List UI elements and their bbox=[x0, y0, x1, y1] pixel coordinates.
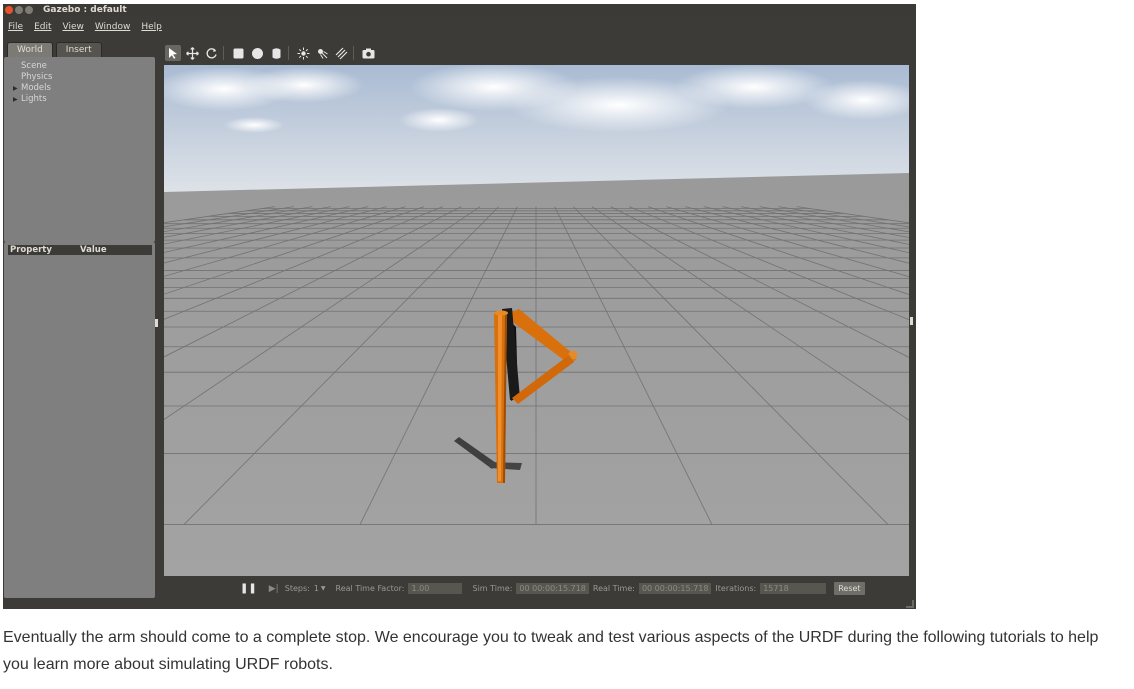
left-panel: World Insert Scene Physics ▶ Models ▶ Li… bbox=[3, 38, 159, 609]
rtf-field: 1.00 bbox=[408, 583, 463, 594]
toolbar-separator bbox=[353, 46, 354, 60]
property-panel: Property Value bbox=[4, 242, 155, 598]
sim-time-label: Sim Time: bbox=[472, 584, 513, 593]
panel-splitter-handle[interactable] bbox=[155, 319, 158, 327]
resize-grip-icon[interactable] bbox=[906, 600, 914, 608]
iterations-field: 15718 bbox=[760, 583, 827, 594]
playback-bar: ❚❚ ▶| Steps: 1 ▼ Real Time Factor: 1.00 … bbox=[162, 579, 912, 598]
link-top-cap bbox=[494, 310, 508, 316]
expand-arrow-icon[interactable]: ▶ bbox=[13, 96, 18, 103]
tree-item-models[interactable]: Models bbox=[21, 83, 51, 93]
menu-edit[interactable]: Edit bbox=[34, 22, 51, 32]
menu-help[interactable]: Help bbox=[141, 22, 162, 32]
gazebo-window: Gazebo : default File Edit View Window H… bbox=[3, 4, 916, 609]
window-title: Gazebo : default bbox=[43, 5, 127, 15]
minimize-window-icon[interactable] bbox=[15, 6, 23, 14]
rtf-label: Real Time Factor: bbox=[335, 584, 405, 593]
maximize-window-icon[interactable] bbox=[25, 6, 33, 14]
toolbar-separator bbox=[223, 46, 224, 60]
directional-light-icon[interactable] bbox=[333, 45, 349, 61]
iterations-label: Iterations: bbox=[715, 584, 757, 593]
tab-insert[interactable]: Insert bbox=[55, 42, 102, 57]
reset-button[interactable]: Reset bbox=[834, 582, 865, 595]
sphere-icon[interactable] bbox=[249, 45, 265, 61]
tree-item-scene[interactable]: Scene bbox=[21, 61, 47, 71]
real-time-field: 00 00:00:15.718 bbox=[638, 583, 712, 594]
menu-window[interactable]: Window bbox=[95, 22, 131, 32]
menu-bar: File Edit View Window Help bbox=[3, 16, 916, 38]
menu-view[interactable]: View bbox=[63, 22, 84, 32]
steps-dropdown-icon[interactable]: ▼ bbox=[321, 585, 326, 592]
property-column-header[interactable]: Property bbox=[10, 245, 52, 255]
sim-time-field: 00 00:00:15.718 bbox=[516, 583, 589, 594]
tree-item-physics[interactable]: Physics bbox=[21, 72, 52, 82]
steps-label: Steps: bbox=[284, 584, 310, 593]
property-header: Property Value bbox=[8, 245, 152, 255]
toolbar-separator bbox=[288, 46, 289, 60]
pause-icon[interactable]: ❚❚ bbox=[240, 583, 257, 594]
box-icon[interactable] bbox=[230, 45, 246, 61]
close-window-icon[interactable] bbox=[5, 6, 13, 14]
real-time-label: Real Time: bbox=[592, 584, 635, 593]
toolbar bbox=[162, 41, 912, 65]
cylinder-icon[interactable] bbox=[268, 45, 284, 61]
menu-file[interactable]: File bbox=[8, 22, 23, 32]
scene-render[interactable] bbox=[164, 65, 909, 576]
value-column-header[interactable]: Value bbox=[80, 245, 107, 255]
caption-text: Eventually the arm should come to a comp… bbox=[3, 629, 1099, 673]
tab-world[interactable]: World bbox=[7, 42, 53, 57]
steps-value[interactable]: 1 bbox=[314, 584, 319, 593]
title-bar: Gazebo : default bbox=[3, 4, 916, 16]
expand-arrow-icon[interactable]: ▶ bbox=[13, 85, 18, 92]
3d-viewport[interactable] bbox=[164, 65, 909, 576]
translate-icon[interactable] bbox=[184, 45, 200, 61]
tree-item-lights[interactable]: Lights bbox=[21, 94, 47, 104]
viewport-splitter-handle[interactable] bbox=[910, 317, 913, 325]
panel-tabs: World Insert bbox=[7, 42, 105, 58]
select-arrow-icon[interactable] bbox=[165, 45, 181, 61]
render-area: ❚❚ ▶| Steps: 1 ▼ Real Time Factor: 1.00 … bbox=[162, 41, 913, 609]
screenshot-icon[interactable] bbox=[360, 45, 376, 61]
point-light-icon[interactable] bbox=[295, 45, 311, 61]
step-forward-icon[interactable]: ▶| bbox=[269, 584, 279, 594]
world-tree: Scene Physics ▶ Models ▶ Lights bbox=[4, 57, 155, 242]
rotate-icon[interactable] bbox=[203, 45, 219, 61]
spot-light-icon[interactable] bbox=[314, 45, 330, 61]
